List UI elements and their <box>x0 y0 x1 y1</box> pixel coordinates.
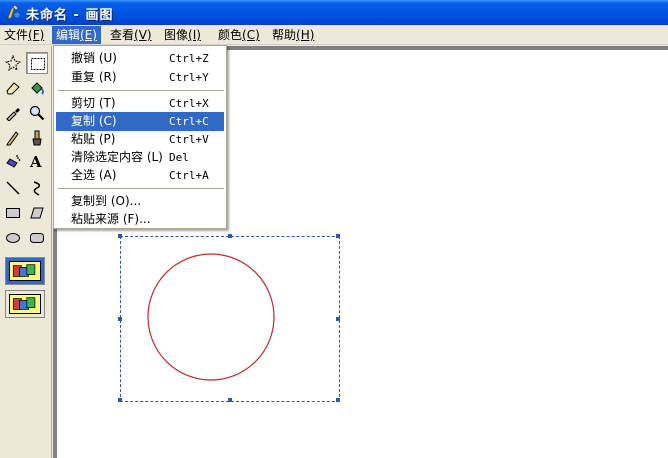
menu-edit[interactable]: 编辑(E) <box>52 26 101 44</box>
transparent-selection-option[interactable] <box>5 290 45 318</box>
ellipse-icon <box>6 233 20 243</box>
edit-menu-dropdown: 撤销 (U) Ctrl+Z 重复 (R) Ctrl+Y 剪切 (T) Ctrl+X 复… <box>53 45 227 229</box>
menu-colors[interactable]: 颜色(C) <box>214 26 264 44</box>
brush-icon <box>32 130 42 146</box>
menu-image[interactable]: 图像(I) <box>160 26 205 44</box>
polygon-tool[interactable] <box>26 202 48 224</box>
line-tool[interactable] <box>2 177 24 199</box>
opaque-selection-icon <box>9 261 41 281</box>
selection-handle[interactable] <box>336 398 340 402</box>
curve-icon <box>33 181 41 196</box>
curve-tool[interactable] <box>26 177 48 199</box>
brush-tool[interactable] <box>26 127 48 149</box>
rect-select-icon <box>31 58 45 70</box>
title-bar[interactable]: 未命名 - 画图 <box>0 0 668 25</box>
color-picker-icon <box>6 108 20 121</box>
opaque-selection-option[interactable] <box>5 257 45 285</box>
menu-item-select-all[interactable]: 全选 (A) Ctrl+A <box>56 166 224 185</box>
line-icon <box>6 181 20 195</box>
menu-separator <box>58 90 224 91</box>
menu-bar: 文件(F) 编辑(E) 查看(V) 图像(I) 颜色(C) 帮助(H) <box>0 25 668 45</box>
selection-handle[interactable] <box>228 398 232 402</box>
window-title: 未命名 - 画图 <box>26 8 114 23</box>
magnifier-tool[interactable] <box>26 102 48 124</box>
rounded-rect-icon <box>30 233 44 243</box>
selection-handle[interactable] <box>118 398 122 402</box>
selection-handle[interactable] <box>228 234 232 238</box>
airbrush-tool[interactable] <box>2 152 24 174</box>
rounded-rect-tool[interactable] <box>26 227 48 249</box>
drawn-circle <box>147 253 275 381</box>
pencil-tool[interactable] <box>2 127 24 149</box>
text-tool-icon: A <box>30 153 42 171</box>
free-select-icon <box>5 55 21 71</box>
fill-bucket-icon <box>31 82 44 95</box>
selection-handle[interactable] <box>336 317 340 321</box>
selection-handle[interactable] <box>118 234 122 238</box>
transparent-selection-icon <box>9 294 41 314</box>
menu-item-undo[interactable]: 撤销 (U) Ctrl+Z <box>56 49 224 68</box>
menu-view[interactable]: 查看(V) <box>106 26 156 44</box>
airbrush-icon <box>6 155 21 168</box>
ellipse-tool[interactable] <box>2 227 24 249</box>
selection-handle[interactable] <box>336 234 340 238</box>
menu-item-clear-selection[interactable]: 清除选定内容 (L) Del <box>56 148 224 167</box>
toolbox: A <box>0 46 52 458</box>
menu-item-paste[interactable]: 粘贴 (P) Ctrl+V <box>56 130 224 149</box>
menu-separator <box>58 188 224 189</box>
magnifier-icon <box>29 105 45 121</box>
menu-item-redo[interactable]: 重复 (R) Ctrl+Y <box>56 68 224 87</box>
selection-handle[interactable] <box>118 317 122 321</box>
menu-item-paste-from[interactable]: 粘贴来源 (F)... <box>56 210 224 229</box>
pencil-icon <box>6 131 19 146</box>
polygon-icon <box>30 207 44 219</box>
rect-select-tool[interactable] <box>26 52 48 74</box>
rectangle-icon <box>6 208 20 218</box>
free-select-tool[interactable] <box>2 52 24 74</box>
paint-app-icon <box>7 4 21 19</box>
eraser-icon <box>6 82 20 95</box>
menu-item-copy[interactable]: 复制 (C) Ctrl+C <box>56 112 224 131</box>
fill-bucket-tool[interactable] <box>26 77 48 99</box>
color-picker-tool[interactable] <box>2 102 24 124</box>
menu-item-copy-to[interactable]: 复制到 (O)... <box>56 192 224 211</box>
rectangle-tool[interactable] <box>2 202 24 224</box>
menu-item-cut[interactable]: 剪切 (T) Ctrl+X <box>56 94 224 113</box>
eraser-tool[interactable] <box>2 77 24 99</box>
text-tool[interactable]: A <box>26 152 48 174</box>
menu-file[interactable]: 文件(F) <box>0 26 48 44</box>
menu-help[interactable]: 帮助(H) <box>268 26 318 44</box>
